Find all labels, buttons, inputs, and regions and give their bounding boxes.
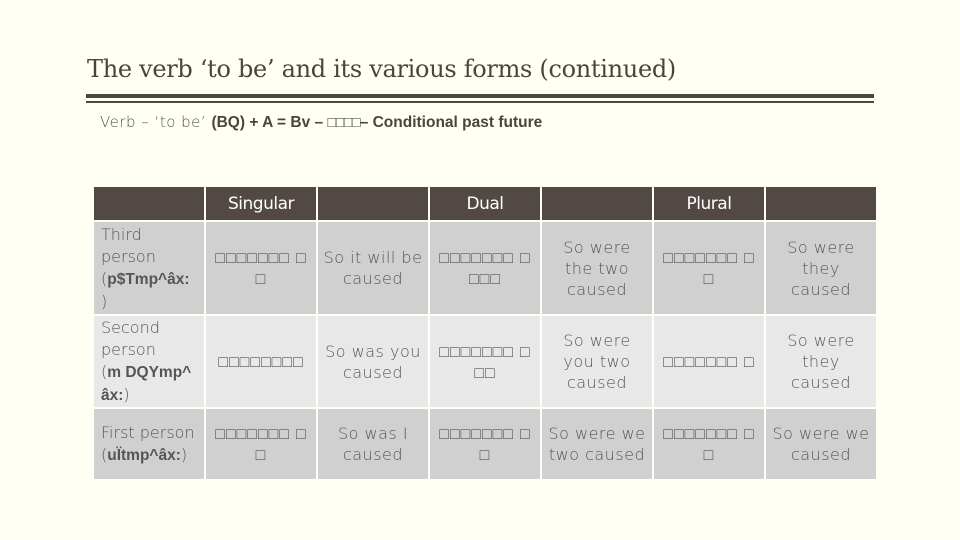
table-row-first-person: First person (uÏtmp^âx:) □□□□□□□ □□ So wa… xyxy=(94,409,876,479)
header-plural: Plural xyxy=(654,187,764,220)
singular-english-cell: So was I caused xyxy=(318,409,428,479)
plural-native-cell: □□□□□□□ □□ xyxy=(654,222,764,314)
table-header-row: Singular Dual Plural xyxy=(94,187,876,220)
slide-subtitle: Verb – ‘to be’ (BQ) + A = Bv – □□□□– Con… xyxy=(100,113,542,132)
header-dual-english xyxy=(542,187,652,220)
header-dual: Dual xyxy=(430,187,540,220)
header-singular-english xyxy=(318,187,428,220)
person-label: Third person xyxy=(101,224,156,266)
person-label: First person xyxy=(101,422,195,442)
plural-native-cell: □□□□□□□ □□ xyxy=(654,409,764,479)
person-translit: p$Tmp^âx: xyxy=(107,270,190,288)
person-label: Second person xyxy=(101,317,160,359)
subtitle-native-text: □□□□ xyxy=(327,114,360,131)
person-cell: First person (uÏtmp^âx:) xyxy=(94,409,204,479)
singular-native-cell: □□□□□□□□ xyxy=(206,316,316,407)
person-cell: Second person (m DQYmp^ âx:) xyxy=(94,316,204,407)
dual-english-cell: So were you two caused xyxy=(542,316,652,407)
plural-english-cell: So were they caused xyxy=(766,316,876,407)
table-row-third-person: Third person (p$Tmp^âx:) □□□□□□□ □□ So it… xyxy=(94,222,876,314)
person-cell: Third person (p$Tmp^âx:) xyxy=(94,222,204,314)
dual-english-cell: So were the two caused xyxy=(542,222,652,314)
subtitle-prefix: Verb – ‘to be’ xyxy=(100,113,212,131)
dual-native-cell: □□□□□□□ □□□□ xyxy=(430,222,540,314)
table-row-second-person: Second person (m DQYmp^ âx:) □□□□□□□□ So … xyxy=(94,316,876,407)
verb-forms-table: Singular Dual Plural Third person (p$Tmp^… xyxy=(92,185,878,481)
dual-english-cell: So were we two caused xyxy=(542,409,652,479)
title-rule-thin xyxy=(86,101,874,103)
header-plural-english xyxy=(766,187,876,220)
plural-native-cell: □□□□□□□ □ xyxy=(654,316,764,407)
dual-native-cell: □□□□□□□ □□ xyxy=(430,409,540,479)
singular-english-cell: So was you caused xyxy=(318,316,428,407)
title-rule-thick xyxy=(86,94,874,98)
dual-native-cell: □□□□□□□ □□□ xyxy=(430,316,540,407)
singular-english-cell: So it will be caused xyxy=(318,222,428,314)
header-singular: Singular xyxy=(206,187,316,220)
header-person xyxy=(94,187,204,220)
person-translit: uÏtmp^âx: xyxy=(107,446,181,464)
singular-native-cell: □□□□□□□ □□ xyxy=(206,222,316,314)
subtitle-suffix: – Conditional past future xyxy=(359,114,543,131)
plural-english-cell: So were we caused xyxy=(766,409,876,479)
plural-english-cell: So were they caused xyxy=(766,222,876,314)
person-translit: m DQYmp^ âx: xyxy=(101,363,192,404)
singular-native-cell: □□□□□□□ □□ xyxy=(206,409,316,479)
slide-title: The verb ‘to be’ and its various forms (… xyxy=(87,55,676,83)
subtitle-formula: (BQ) + A = Bv – xyxy=(211,114,328,131)
